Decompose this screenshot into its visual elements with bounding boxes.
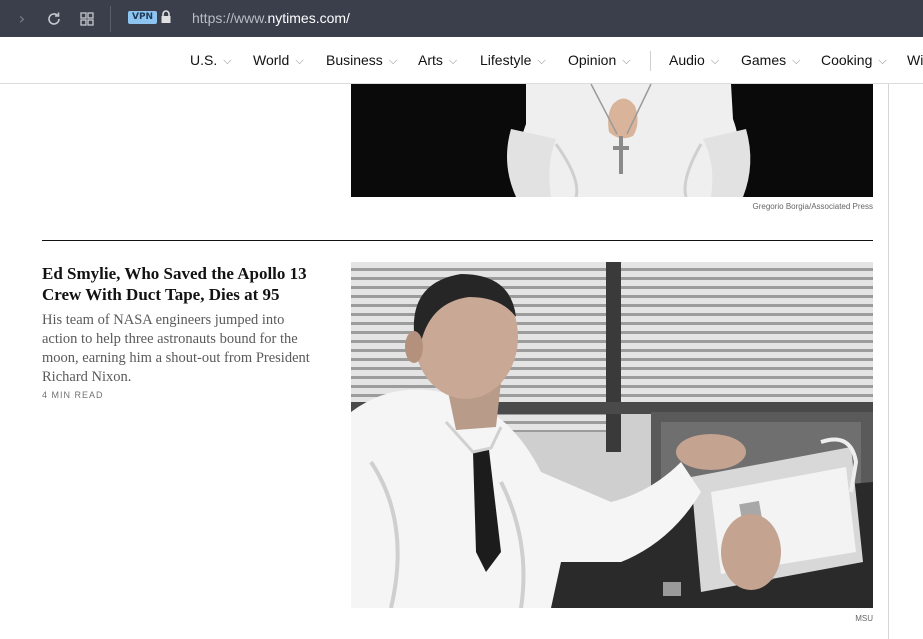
nav-item-label: U.S. bbox=[190, 52, 218, 68]
nav-item-label: Wi bbox=[907, 52, 923, 68]
section-nav: U.S. ⌵ World ⌵ Business ⌵ Arts ⌵ Lifestyle ⌵ … bbox=[0, 37, 923, 84]
chevron-down-icon: ⌵ bbox=[295, 55, 304, 67]
nav-item-label: Lifestyle bbox=[480, 52, 532, 68]
nav-item-world[interactable]: World ⌵ bbox=[253, 52, 304, 69]
nav-item-cooking[interactable]: Cooking ⌵ bbox=[821, 52, 887, 69]
toolbar-separator bbox=[110, 6, 111, 32]
article-image[interactable] bbox=[351, 262, 873, 608]
url-suffix: / bbox=[346, 10, 350, 26]
tabs-grid-icon[interactable] bbox=[77, 9, 97, 29]
column-rule bbox=[888, 84, 889, 639]
chevron-down-icon: ⌵ bbox=[878, 55, 887, 67]
nav-item-audio[interactable]: Audio ⌵ bbox=[669, 52, 719, 69]
chevron-down-icon: ⌵ bbox=[388, 55, 398, 67]
top-story-image[interactable] bbox=[351, 84, 873, 197]
nav-item-label: Arts bbox=[418, 52, 443, 68]
nav-item-arts[interactable]: Arts ⌵ bbox=[418, 52, 457, 69]
nav-item-label: Business bbox=[326, 52, 383, 68]
nav-item-label: Opinion bbox=[568, 52, 617, 68]
nav-item-business[interactable]: Business ⌵ bbox=[326, 52, 397, 69]
nav-item-games[interactable]: Games ⌵ bbox=[741, 52, 800, 69]
vpn-badge[interactable]: VPN bbox=[128, 11, 158, 24]
article-headline[interactable]: Ed Smylie, Who Saved the Apollo 13 Crew … bbox=[42, 263, 332, 305]
nav-item-us[interactable]: U.S. ⌵ bbox=[190, 52, 232, 69]
nav-divider bbox=[650, 51, 651, 71]
nav-item-lifestyle[interactable]: Lifestyle ⌵ bbox=[480, 52, 546, 69]
article-summary[interactable]: His team of NASA engineers jumped into a… bbox=[42, 311, 322, 387]
nav-item-wirecutter[interactable]: Wi bbox=[907, 52, 923, 68]
nav-item-label: World bbox=[253, 52, 290, 68]
reload-icon[interactable] bbox=[44, 9, 64, 29]
browser-toolbar: › VPN https://www.nytimes.com/ bbox=[0, 0, 923, 37]
nav-item-label: Games bbox=[741, 52, 787, 68]
nav-item-opinion[interactable]: Opinion ⌵ bbox=[568, 52, 631, 69]
lock-icon[interactable] bbox=[160, 9, 174, 27]
chevron-down-icon: ⌵ bbox=[537, 55, 546, 67]
read-time: 4 MIN READ bbox=[42, 390, 104, 400]
top-image-credit: Gregorio Borgia/Associated Press bbox=[752, 202, 874, 211]
url-prefix: https://www. bbox=[192, 10, 268, 26]
chevron-down-icon: ⌵ bbox=[448, 55, 458, 67]
chevron-down-icon: ⌵ bbox=[710, 55, 720, 67]
nav-item-label: Cooking bbox=[821, 52, 873, 68]
nav-item-label: Audio bbox=[669, 52, 705, 68]
chevron-down-icon: ⌵ bbox=[622, 55, 631, 67]
url-host: nytimes.com bbox=[267, 10, 347, 26]
chevron-down-icon: ⌵ bbox=[223, 55, 232, 67]
forward-icon[interactable]: › bbox=[12, 9, 32, 29]
story-divider bbox=[42, 240, 873, 241]
chevron-down-icon: ⌵ bbox=[792, 55, 801, 67]
address-bar[interactable]: https://www.nytimes.com/ bbox=[192, 9, 350, 27]
article-image-credit: MSU bbox=[855, 614, 873, 623]
